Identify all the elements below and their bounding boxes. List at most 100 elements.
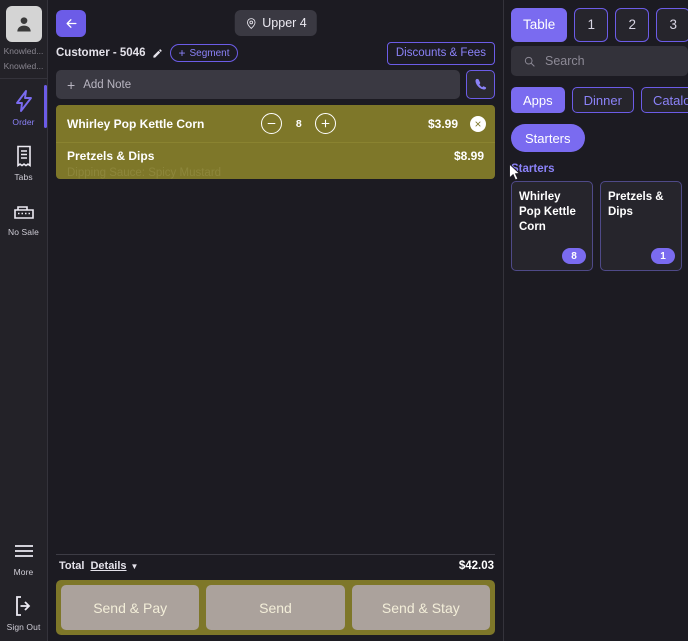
- rail-nav-items: Order Tabs No Sale: [0, 79, 47, 244]
- tab-table-label: Table: [523, 17, 556, 32]
- section-title: Starters: [511, 163, 555, 175]
- send-label: Send: [259, 599, 292, 616]
- send-and-pay-label: Send & Pay: [93, 599, 168, 616]
- order-header-customer-row: Customer - 5046 + Segment Discounts & Fe…: [56, 40, 495, 66]
- left-nav-rail: Knowled... Knowled... Order Tabs No Sale…: [0, 0, 48, 641]
- chevron-down-icon[interactable]: ▼: [131, 562, 139, 571]
- sidebar-item-order-label: Order: [12, 117, 35, 127]
- table-selector-label: Upper 4: [262, 16, 307, 30]
- rail-bottom-items: More Sign Out: [0, 529, 47, 641]
- add-segment-button[interactable]: + Segment: [170, 44, 238, 62]
- total-amount: $42.03: [458, 560, 494, 572]
- product-card[interactable]: Pretzels & Dips 1: [600, 181, 682, 271]
- details-link[interactable]: Details: [90, 560, 126, 572]
- tab-starters-label: Starters: [525, 130, 571, 146]
- arrow-left-icon: [66, 18, 76, 28]
- add-note-label: Add Note: [83, 78, 132, 91]
- cart-item-price: $8.99: [453, 149, 484, 163]
- product-quantity-value: 8: [571, 250, 577, 262]
- cash-register-icon: [12, 198, 36, 224]
- add-note-button[interactable]: + Add Note: [56, 70, 460, 99]
- product-quantity-value: 1: [660, 250, 666, 262]
- tab-table[interactable]: Table: [511, 7, 568, 42]
- product-card[interactable]: Whirley Pop Kettle Corn 8: [511, 181, 593, 271]
- cart-list: Whirley Pop Kettle Corn 8 $3.99 Pretzels…: [48, 105, 503, 554]
- lightning-bolt-icon: [12, 88, 36, 114]
- sidebar-item-tabs-label: Tabs: [14, 172, 33, 182]
- back-button[interactable]: [56, 9, 86, 37]
- customer-label: Customer - 5046: [56, 47, 146, 59]
- send-and-stay-label: Send & Stay: [381, 599, 460, 616]
- tab-seat-2[interactable]: 2: [615, 7, 650, 42]
- sub-category-tabs: Starters: [511, 123, 688, 153]
- tab-dinner-label: Dinner: [583, 92, 622, 108]
- profile-name-line1: Knowled...: [3, 46, 44, 56]
- tab-seat-1[interactable]: 1: [574, 7, 609, 42]
- total-label: Total: [59, 560, 85, 572]
- search-input[interactable]: Search: [511, 46, 688, 76]
- discounts-and-fees-button[interactable]: Discounts & Fees: [386, 41, 495, 65]
- cart-item-name: Whirley Pop Kettle Corn: [67, 116, 205, 131]
- decrease-quantity-button[interactable]: [261, 113, 283, 134]
- tab-catalog-label: Catalog: [652, 92, 688, 108]
- sidebar-item-more-label: More: [13, 567, 34, 577]
- product-quantity-badge: 8: [562, 248, 586, 264]
- tab-starters[interactable]: Starters: [511, 124, 585, 152]
- phone-icon: [475, 78, 487, 90]
- order-panel: Upper 4 Customer - 5046 + Segment Discou…: [48, 0, 504, 641]
- send-button-bar: Send & Pay Send Send & Stay: [56, 580, 495, 635]
- profile-name-line2: Knowled...: [3, 61, 44, 71]
- tab-catalog[interactable]: Catalog: [640, 87, 688, 113]
- send-button[interactable]: Send: [206, 585, 345, 630]
- category-tabs: Apps Dinner Catalog: [511, 86, 688, 114]
- tab-apps[interactable]: Apps: [511, 87, 565, 113]
- total-row: Total Details ▼ $42.03: [48, 555, 503, 577]
- send-and-stay-button[interactable]: Send & Stay: [351, 585, 490, 630]
- order-header-top-row: Upper 4: [56, 6, 495, 40]
- tab-seat-3[interactable]: 3: [656, 7, 688, 42]
- minus-icon: [268, 122, 276, 125]
- sidebar-item-sign-out-label: Sign Out: [6, 622, 41, 632]
- sidebar-item-sign-out[interactable]: Sign Out: [0, 584, 47, 639]
- cart-item-name: Pretzels & Dips: [67, 149, 155, 163]
- cart-item-price: $3.99: [427, 116, 458, 131]
- user-icon: [16, 17, 31, 32]
- map-pin-icon: [246, 17, 255, 29]
- profile-block[interactable]: Knowled... Knowled...: [0, 0, 47, 72]
- product-name: Whirley Pop Kettle Corn: [519, 191, 576, 233]
- quantity-stepper: 8: [261, 113, 337, 134]
- search-icon: [524, 56, 535, 67]
- note-row: + Add Note: [48, 66, 503, 105]
- sidebar-item-no-sale[interactable]: No Sale: [0, 189, 47, 244]
- cart-row-item-1[interactable]: Whirley Pop Kettle Corn 8 $3.99: [56, 105, 495, 143]
- sidebar-item-tabs[interactable]: Tabs: [0, 134, 47, 189]
- remove-item-button[interactable]: [470, 115, 486, 132]
- sidebar-item-more[interactable]: More: [0, 529, 47, 584]
- send-and-pay-button[interactable]: Send & Pay: [61, 585, 200, 630]
- table-selector-chip[interactable]: Upper 4: [234, 10, 317, 36]
- menu-panel: Table 1 2 3 Search Apps Dinner Catalo St…: [504, 0, 688, 641]
- tab-seat-3-label: 3: [669, 17, 678, 32]
- search-placeholder: Search: [545, 54, 585, 68]
- increase-quantity-button[interactable]: [315, 113, 337, 134]
- phone-button[interactable]: [466, 70, 495, 99]
- product-quantity-badge: 1: [651, 248, 675, 264]
- receipt-icon: [12, 143, 36, 169]
- pos-app-window: Knowled... Knowled... Order Tabs No Sale…: [0, 0, 688, 641]
- tab-dinner[interactable]: Dinner: [571, 87, 634, 113]
- add-segment-label: Segment: [189, 47, 230, 59]
- avatar[interactable]: [5, 6, 42, 42]
- cart-row-item-2[interactable]: Pretzels & Dips $8.99 Dipping Sauce: Spi…: [56, 143, 495, 179]
- cart-row-item-2-main: Pretzels & Dips $8.99: [67, 149, 484, 163]
- discounts-and-fees-label: Discounts & Fees: [395, 47, 486, 59]
- order-header: Upper 4 Customer - 5046 + Segment Discou…: [48, 0, 503, 66]
- cart-selected-group: Whirley Pop Kettle Corn 8 $3.99 Pretzels…: [56, 105, 495, 179]
- pencil-icon[interactable]: [152, 48, 163, 59]
- cart-item-quantity: 8: [295, 117, 302, 130]
- order-type-tabs: Table 1 2 3: [511, 0, 688, 44]
- sidebar-item-order[interactable]: Order: [0, 79, 47, 134]
- sidebar-item-no-sale-label: No Sale: [8, 227, 39, 237]
- plus-icon: [322, 119, 330, 128]
- close-icon: [475, 120, 481, 127]
- product-grid: Whirley Pop Kettle Corn 8 Pretzels & Dip…: [511, 181, 688, 271]
